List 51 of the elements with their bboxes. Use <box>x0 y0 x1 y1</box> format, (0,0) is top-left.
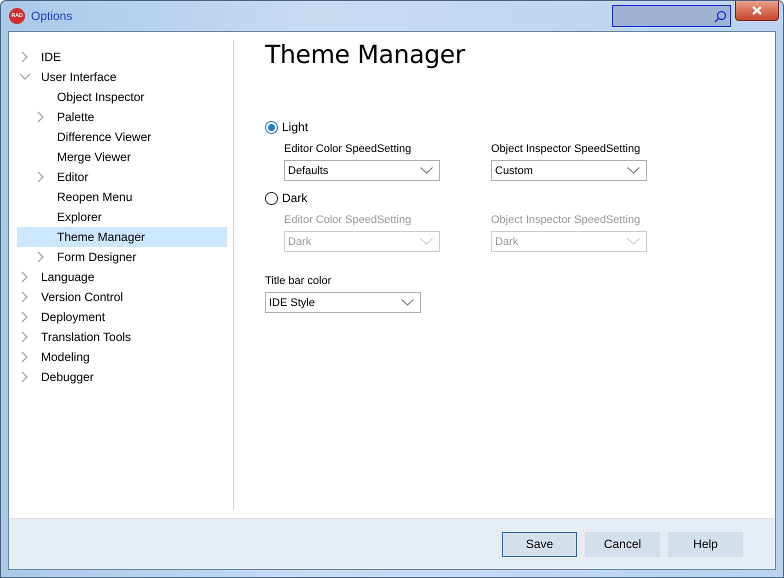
chevron-right-icon[interactable] <box>21 291 29 303</box>
tree-item[interactable]: Theme Manager <box>17 227 227 247</box>
search-icon <box>714 10 727 22</box>
chevron-down-icon <box>401 299 414 306</box>
dropdown[interactable]: IDE Style <box>265 292 421 313</box>
chevron-right-icon[interactable] <box>21 311 29 323</box>
dropdown[interactable]: Custom <box>491 160 647 181</box>
tree-item[interactable]: IDE <box>17 47 227 67</box>
tree-item[interactable]: Reopen Menu <box>17 187 227 207</box>
chevron-right-icon[interactable] <box>21 371 29 383</box>
dialog-button[interactable]: Save <box>502 532 577 556</box>
tree-item[interactable]: Explorer <box>17 207 227 227</box>
chevron-down-icon <box>420 167 433 174</box>
dialog-button[interactable]: Help <box>668 532 743 556</box>
dialog-button[interactable]: Cancel <box>585 532 660 556</box>
page-heading: Theme Manager <box>265 40 466 70</box>
chevron-down-icon[interactable] <box>19 73 31 81</box>
chevron-right-icon[interactable] <box>21 271 29 283</box>
field-label: Title bar color <box>265 274 332 288</box>
tree-item[interactable]: Translation Tools <box>17 327 227 347</box>
tree-item[interactable]: Debugger <box>17 367 227 387</box>
tree-item[interactable]: Difference Viewer <box>17 127 227 147</box>
window-title: Options <box>31 9 74 23</box>
radio-button[interactable]: Light <box>265 118 308 136</box>
chevron-right-icon[interactable] <box>21 351 29 363</box>
tree-item[interactable]: Form Designer <box>17 247 227 267</box>
field-label: Editor Color SpeedSetting <box>284 213 412 227</box>
dropdown[interactable]: Defaults <box>284 160 440 181</box>
tree-item[interactable]: Version Control <box>17 287 227 307</box>
chevron-down-icon <box>420 238 433 245</box>
search-field[interactable] <box>612 5 731 27</box>
tree-item[interactable]: Merge Viewer <box>17 147 227 167</box>
tree-item[interactable]: Palette <box>17 107 227 127</box>
field-label: Object Inspector SpeedSetting <box>491 213 640 227</box>
close-icon <box>752 6 762 15</box>
chevron-down-icon <box>627 238 640 245</box>
tree-item[interactable]: Editor <box>17 167 227 187</box>
tree-item[interactable]: Deployment <box>17 307 227 327</box>
tree-item[interactable]: Object Inspector <box>17 87 227 107</box>
chevron-right-icon[interactable] <box>21 331 29 343</box>
tree-item[interactable]: Language <box>17 267 227 287</box>
chevron-right-icon[interactable] <box>37 171 45 183</box>
field-label: Object Inspector SpeedSetting <box>491 142 640 156</box>
close-button[interactable] <box>735 1 779 21</box>
chevron-down-icon <box>627 167 640 174</box>
chevron-right-icon[interactable] <box>37 111 45 123</box>
tree-item[interactable]: User Interface <box>17 67 227 87</box>
chevron-right-icon[interactable] <box>37 251 45 263</box>
tree-item[interactable]: Modeling <box>17 347 227 367</box>
chevron-right-icon[interactable] <box>21 51 29 63</box>
field-label: Editor Color SpeedSetting <box>284 142 412 156</box>
